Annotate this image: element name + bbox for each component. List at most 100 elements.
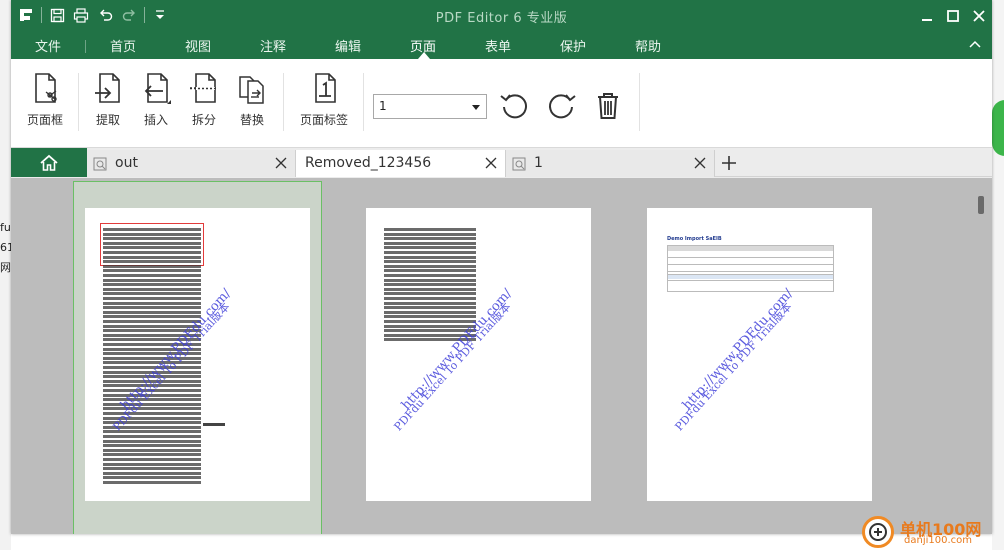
page-text-line (384, 310, 476, 314)
page-crop-button[interactable]: 页面框 (20, 71, 70, 131)
page-text-line (384, 301, 476, 305)
page-text-line (384, 228, 476, 231)
app-window: PDF Editor 6 专业版 文件 首页 视图 注释 编辑 页面 表单 保护… (11, 0, 992, 534)
page-crop-icon (35, 73, 57, 103)
page-thumbnail-3[interactable]: Demo Import SaEIB http://www.PDFdu.com/ … (647, 208, 872, 501)
page-text-line (103, 439, 201, 443)
page-text-line (384, 283, 476, 287)
ribbon-separator (363, 73, 364, 131)
vertical-scrollbar[interactable] (978, 196, 984, 214)
rotate-left-icon (500, 94, 527, 119)
extract-icon (95, 73, 120, 103)
close-icon[interactable] (694, 157, 706, 169)
page-thumbnails-area: http://www.PDFdu.com/ PDFdu Excel To PDF… (11, 178, 992, 534)
menu-comment[interactable]: 注释 (260, 36, 286, 55)
insert-button[interactable]: 插入 (131, 71, 181, 131)
tab-1[interactable]: 1 (506, 150, 715, 177)
page-text-line (103, 264, 201, 268)
page-thumbnail-1[interactable]: http://www.PDFdu.com/ PDFdu Excel To PDF… (85, 208, 310, 501)
menu-home[interactable]: 首页 (110, 36, 136, 55)
page-text-line (384, 292, 476, 296)
page-text-line (103, 241, 201, 245)
page-text-line (103, 471, 201, 475)
add-tab-icon[interactable] (719, 153, 739, 173)
menu-help[interactable]: 帮助 (635, 36, 661, 55)
page-text-line (103, 269, 201, 273)
maximize-button[interactable] (940, 0, 966, 32)
page-label-label: 页面标签 (299, 113, 348, 127)
close-icon[interactable] (275, 157, 287, 169)
page-number-value: 1 (379, 99, 387, 113)
close-icon[interactable] (485, 157, 497, 169)
minimize-button[interactable] (914, 0, 940, 32)
page-text-line (103, 287, 201, 291)
background-text: 网 (0, 261, 11, 274)
page-text-line (103, 476, 201, 480)
menu-view[interactable]: 视图 (185, 36, 211, 55)
replace-button[interactable]: 替换 (227, 71, 277, 131)
page-text-line (103, 448, 201, 452)
insert-label: 插入 (143, 113, 168, 127)
extract-button[interactable]: 提取 (83, 71, 133, 131)
page-thumbnail-2[interactable]: http://www.PDFdu.com/ PDFdu Excel To PDF… (366, 208, 591, 501)
rotate-left-button[interactable] (498, 89, 532, 123)
page3-table-2 (667, 274, 834, 292)
ribbon-separator (283, 73, 284, 131)
page-text-line (384, 237, 476, 241)
menu-file[interactable]: 文件 (35, 36, 61, 55)
background-left-panel: ful 61 网 (0, 0, 14, 550)
page-text-line (103, 407, 201, 411)
menu-protect[interactable]: 保护 (560, 36, 586, 55)
background-green-widget (992, 100, 1004, 156)
replace-label: 替换 (239, 113, 264, 127)
rotate-right-button[interactable] (544, 89, 578, 123)
page-text-line (384, 246, 476, 250)
chevron-down-icon (472, 105, 480, 110)
ribbon-separator (639, 73, 640, 131)
text-fragment (203, 423, 225, 426)
close-button[interactable] (966, 0, 992, 32)
page3-heading: Demo Import SaEIB (667, 236, 722, 242)
page-text-line (384, 315, 476, 319)
document-tab-bar: out Removed_123456 1 (11, 148, 992, 177)
tab-out[interactable]: out (87, 150, 296, 177)
page-text-line (103, 260, 201, 264)
page-text-line (103, 453, 201, 457)
page-text-line (103, 310, 201, 314)
delete-page-button[interactable] (591, 89, 625, 123)
page-text-line (103, 278, 201, 282)
page-text-line (103, 458, 201, 461)
site-domain: danji100.com (904, 535, 972, 546)
menu-separator (85, 40, 86, 53)
home-tab[interactable] (11, 148, 87, 177)
page-number-select[interactable]: 1 (373, 94, 487, 119)
site-logo-icon (862, 516, 894, 548)
tab-label: 1 (534, 155, 543, 171)
site-watermark-badge: 单机100网 danji100.com (854, 510, 1004, 550)
collapse-ribbon-button[interactable] (968, 37, 984, 53)
active-menu-indicator (418, 52, 430, 59)
split-label: 拆分 (191, 113, 216, 127)
page-text-line (384, 306, 476, 310)
split-icon (190, 73, 218, 103)
page-text-line (103, 283, 201, 287)
ribbon-separator (78, 73, 79, 131)
page-text-line (103, 292, 201, 296)
page-label-button[interactable]: 页面标签 (296, 71, 352, 131)
replace-icon (239, 76, 264, 104)
page-text-line (103, 462, 201, 466)
page-text-line (384, 251, 476, 254)
page-text-line (384, 274, 476, 277)
page-text-line (103, 228, 201, 231)
split-button[interactable]: 拆分 (179, 71, 229, 131)
menu-form[interactable]: 表单 (485, 36, 511, 55)
page-text-line (384, 269, 476, 273)
menu-edit[interactable]: 编辑 (335, 36, 361, 55)
menu-bar: 文件 首页 视图 注释 编辑 页面 表单 保护 帮助 (11, 32, 992, 59)
tab-removed-123456[interactable]: Removed_123456 (296, 150, 506, 177)
extract-label: 提取 (95, 113, 120, 127)
page-text-line (384, 260, 476, 264)
watermark-trial: PDFdu Excel To PDF Trial版本 (672, 300, 795, 434)
page-text-line (384, 324, 476, 328)
rotate-right-icon (549, 94, 576, 119)
